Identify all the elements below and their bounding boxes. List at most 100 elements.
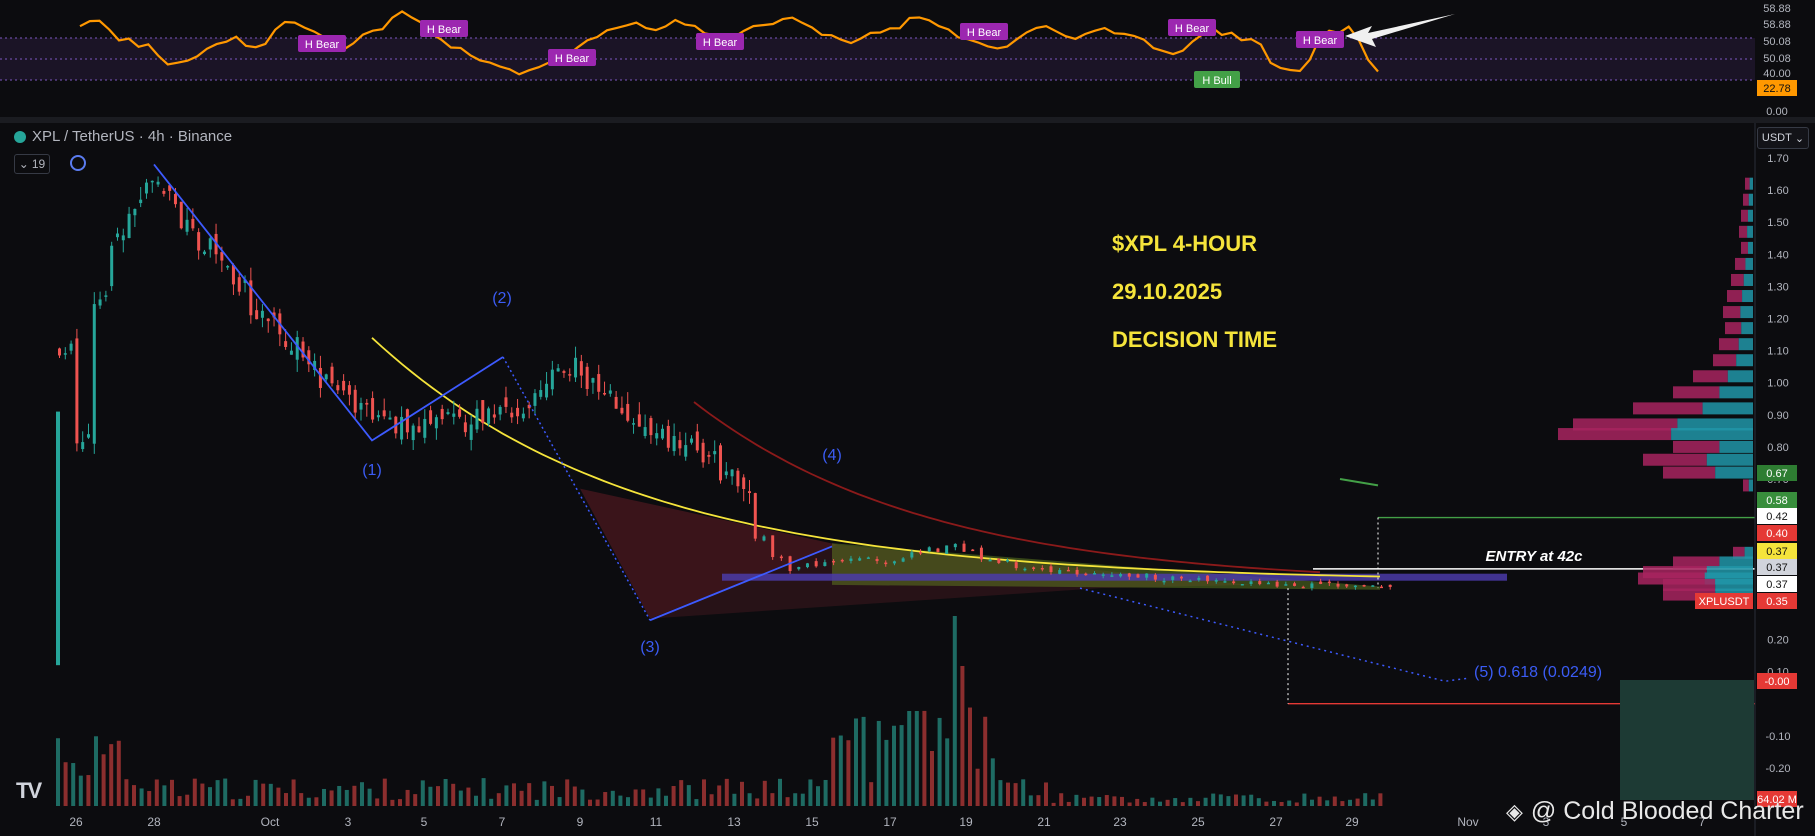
candle-body (1197, 577, 1201, 580)
candle-body (208, 238, 212, 250)
candle-body (1345, 584, 1349, 587)
volume-profile-bar (1713, 354, 1737, 367)
price-axis-tick: 0.90 (1767, 410, 1788, 422)
candle-body (962, 543, 966, 552)
volume-bar (793, 793, 798, 806)
volume-bar (861, 716, 866, 806)
interval-value: 19 (31, 157, 46, 171)
volume-profile-bar (1741, 241, 1748, 254)
sync-icon[interactable] (70, 155, 86, 171)
rsi-axis-tick: 40.00 (1763, 68, 1791, 80)
currency-button[interactable]: USDT ⌄ (1757, 127, 1809, 149)
candle-body (901, 558, 905, 562)
volume-bar (1325, 800, 1330, 806)
volume-bar (1180, 802, 1185, 806)
volume-bar (360, 782, 364, 806)
volume-profile-bar (1743, 479, 1749, 492)
candle-body (747, 491, 751, 494)
candle-body (110, 245, 114, 287)
volume-bar (770, 793, 775, 806)
candle-body (849, 558, 853, 561)
volume-bar (215, 780, 220, 806)
volume-profile-bar (1741, 322, 1753, 335)
time-axis-tick: 25 (1191, 815, 1205, 829)
volume-bar (694, 799, 699, 806)
rsi-axis-tick: 50.08 (1763, 36, 1791, 48)
volume-bar (633, 789, 638, 806)
volume-bar (550, 785, 554, 806)
volume-bar (261, 783, 266, 806)
symbol-label[interactable]: XPL / TetherUS · 4h · Binance (14, 128, 232, 145)
candle-body (516, 407, 520, 417)
volume-bar (1028, 795, 1033, 806)
volume-bar (922, 710, 927, 806)
time-axis-tick: 21 (1037, 815, 1051, 829)
volume-profile-bar (1673, 440, 1720, 453)
candle-body (1353, 585, 1357, 588)
candle-body (707, 454, 711, 457)
candle-body (458, 409, 462, 417)
volume-profile-bar (1739, 225, 1748, 238)
chevron-down-icon: ⌄ (18, 157, 29, 171)
volume-bar (1074, 794, 1079, 806)
volume-bar (800, 793, 805, 806)
volume-profile-bar (1727, 370, 1753, 383)
candle-body (1362, 584, 1366, 587)
price-tag-text: 0.40 (1766, 528, 1787, 540)
candle-body (81, 442, 85, 450)
chart-canvas: H Bear H Bear H Bear H Bear H Bear H Bear H Be… (0, 0, 1815, 836)
candle-body (1171, 576, 1175, 580)
volume-profile-bar (1731, 273, 1744, 286)
symbol-tag-text: XPLUSDT (1699, 596, 1750, 608)
panel-separator[interactable] (0, 117, 1815, 123)
candle-body (255, 310, 259, 320)
volume-bar (557, 797, 562, 806)
candle-body (1223, 581, 1227, 583)
interval-selector[interactable]: ⌄ 19 (14, 154, 50, 174)
volume-bar (344, 789, 349, 806)
volume-bar (1196, 801, 1200, 806)
rsi-axis-tick: 58.88 (1763, 3, 1791, 15)
candle-body (1119, 574, 1123, 577)
volume-bar (1279, 802, 1284, 806)
candle-body (632, 423, 636, 425)
candle-body (730, 469, 734, 477)
candle-body (58, 348, 61, 356)
candle-body (144, 182, 148, 194)
volume-bar (595, 799, 600, 806)
volume-bar (238, 798, 243, 806)
volume-bar (1120, 796, 1124, 806)
candle-body (521, 413, 525, 419)
volume-bar (162, 785, 167, 806)
volume-bar (778, 778, 782, 806)
volume-bar (299, 793, 304, 806)
volume-bar (580, 789, 585, 806)
volume-bar (481, 778, 486, 806)
volume-bar (63, 762, 68, 806)
volume-bar (436, 786, 440, 806)
volume-bar (1234, 794, 1238, 806)
volume-profile-bar (1673, 386, 1720, 399)
volume-bar (124, 779, 129, 806)
tradingview-logo[interactable]: TV (16, 778, 42, 804)
volume-profile-bar (1748, 479, 1753, 492)
candle-body (1075, 569, 1079, 575)
time-axis-tick: 5 (421, 815, 428, 829)
candle-body (475, 408, 479, 430)
volume-bar (709, 794, 714, 806)
volume-bar (816, 786, 820, 806)
volume-bar (755, 798, 760, 806)
candle-body (1301, 586, 1305, 589)
volume-bar (1348, 799, 1352, 806)
volume-bar (1013, 783, 1018, 806)
candle-body (1092, 573, 1096, 575)
currency-label: USDT (1761, 132, 1792, 144)
candle-body (63, 353, 67, 355)
candle-body (69, 343, 73, 351)
candle-body (545, 383, 549, 398)
candle-body (620, 407, 624, 414)
candle-body (121, 235, 125, 241)
chevron-down-icon: ⌄ (1791, 132, 1805, 145)
volume-bar (1287, 800, 1292, 806)
candle-body (539, 390, 543, 397)
